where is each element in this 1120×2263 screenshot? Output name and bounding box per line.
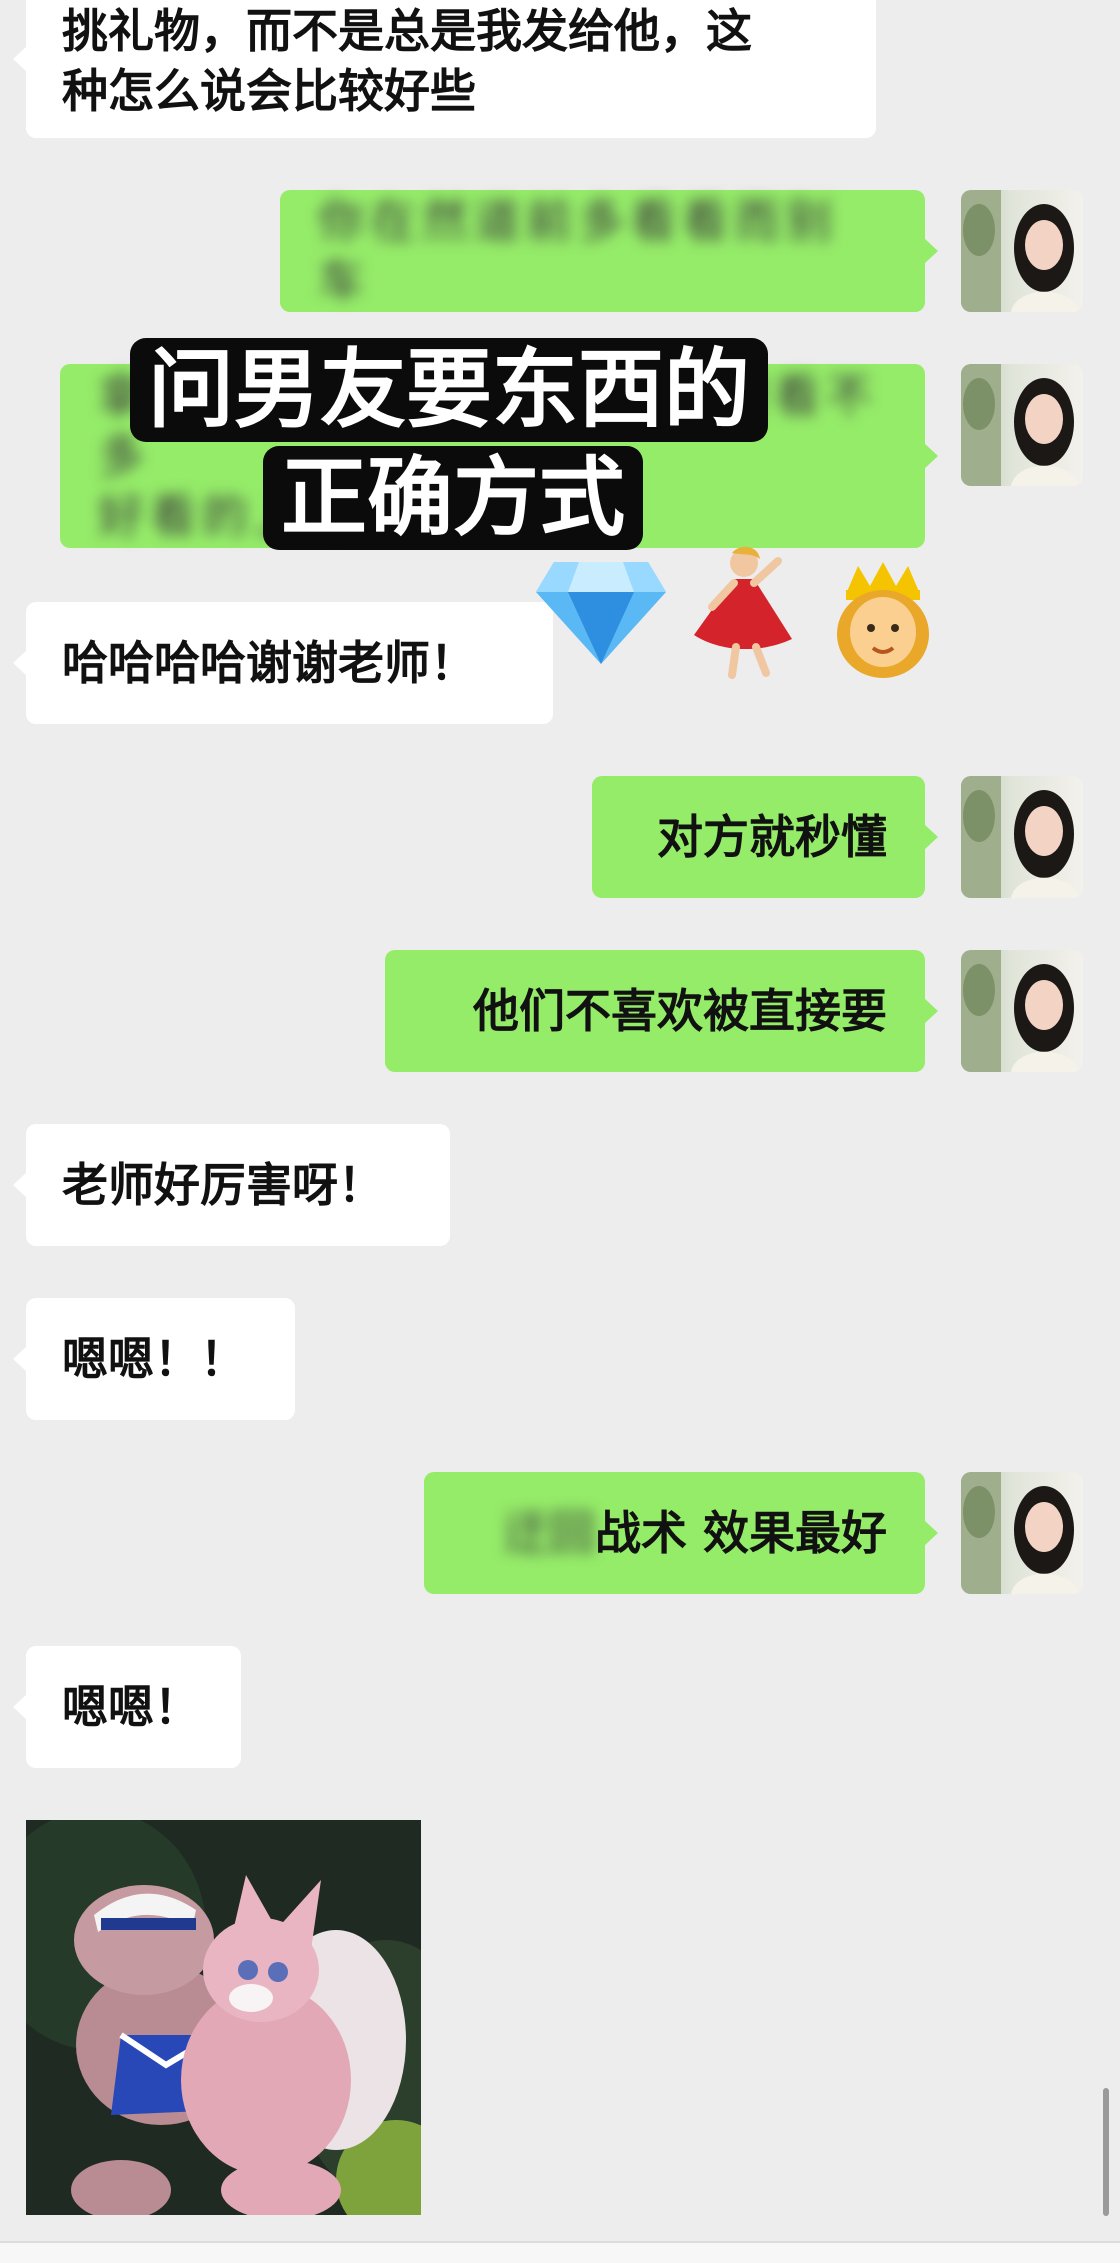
sticker-image[interactable] (26, 1820, 421, 2215)
outgoing-message-bubble[interactable]: 你在然道前多看看而别车 (280, 190, 938, 312)
message-text: 挑礼物，而不是总是我发给他，这 (62, 4, 752, 58)
message-text: 哈哈哈哈谢谢老师！ (62, 636, 476, 690)
input-bar-edge (0, 2241, 1120, 2263)
avatar-photo-icon (961, 364, 1079, 486)
plush-toy-sticker-icon (26, 1820, 421, 2215)
incoming-message-bubble[interactable]: 嗯嗯！ (13, 1646, 241, 1768)
incoming-message-bubble[interactable]: 老师好厉害呀！ (13, 1124, 450, 1246)
avatar-photo-icon (961, 1472, 1079, 1594)
scrollbar-thumb[interactable] (1103, 2088, 1109, 2216)
incoming-message-bubble[interactable]: 嗯嗯！！ (13, 1298, 295, 1420)
message-text: 嗯嗯！ (62, 1680, 200, 1734)
message-text: 对方就秒懂 (657, 810, 887, 864)
overlay-title-line2: 正确方式 (263, 446, 643, 550)
user-avatar[interactable] (961, 190, 1083, 312)
avatar-photo-icon (961, 950, 1079, 1072)
user-avatar[interactable] (961, 776, 1083, 898)
avatar-photo-icon (961, 776, 1079, 898)
message-text: 他们不喜欢被直接要 (473, 984, 887, 1038)
message-text: 种怎么说会比较好些 (62, 64, 476, 118)
user-avatar[interactable] (961, 364, 1083, 486)
user-avatar[interactable] (961, 1472, 1083, 1594)
blurred-message-text: 你在然道前多看看而别车 (318, 194, 838, 308)
blurred-message-text: 迂回 (502, 1506, 595, 1560)
incoming-message-bubble[interactable]: 挑礼物，而不是总是我发给他，这 种怎么说会比较好些 (13, 0, 876, 138)
user-avatar[interactable] (961, 950, 1083, 1072)
message-text: 嗯嗯！！ (62, 1332, 246, 1386)
message-text: 战术 效果最好 (594, 1506, 887, 1560)
outgoing-message-bubble[interactable]: 迂回 战术 效果最好 (424, 1472, 938, 1594)
avatar-photo-icon (961, 190, 1079, 312)
overlay-title-line1: 问男友要东西的 (130, 338, 768, 442)
outgoing-message-bubble[interactable]: 对方就秒懂 (592, 776, 938, 898)
gem-icon (534, 556, 668, 666)
incoming-message-bubble[interactable]: 哈哈哈哈谢谢老师！ (13, 602, 553, 724)
dancer-icon (682, 543, 804, 679)
princess-icon (828, 560, 938, 678)
outgoing-message-bubble[interactable]: 他们不喜欢被直接要 (385, 950, 938, 1072)
message-text: 老师好厉害呀！ (62, 1158, 384, 1212)
